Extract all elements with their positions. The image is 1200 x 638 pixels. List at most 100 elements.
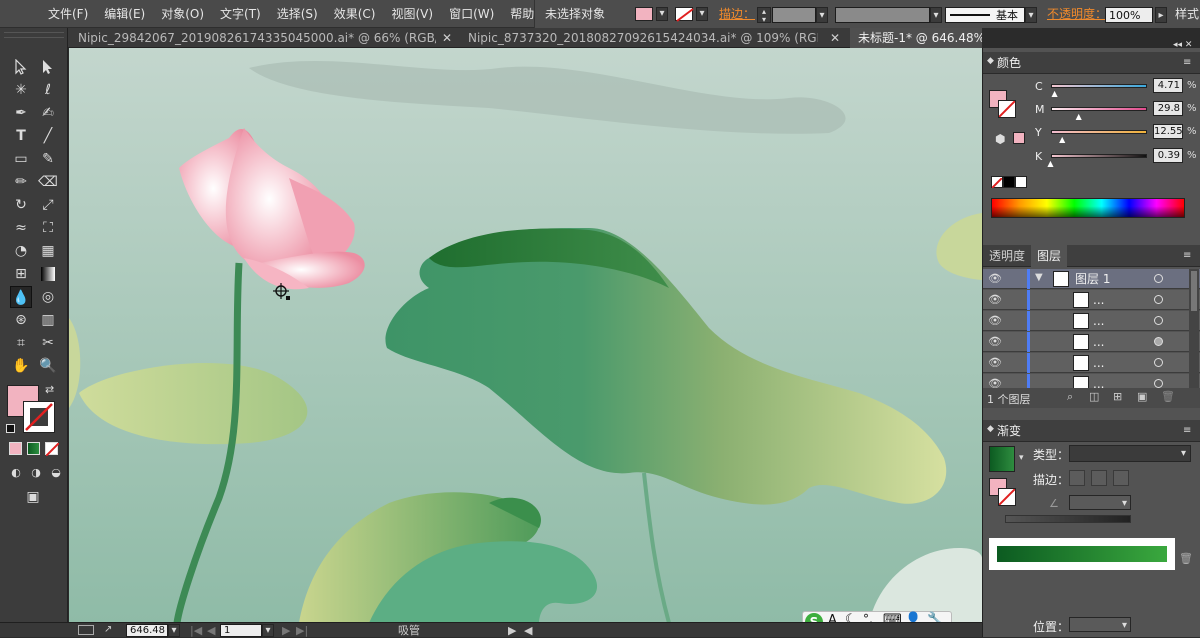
tab-layers[interactable]: 图层: [1031, 245, 1068, 267]
cyan-track[interactable]: [1051, 84, 1147, 88]
target-circle-icon[interactable]: [1154, 274, 1163, 283]
sublayer-name[interactable]: ...: [1093, 290, 1104, 310]
target-circle-icon[interactable]: [1154, 337, 1163, 346]
black-value[interactable]: 0.39: [1153, 148, 1183, 163]
blend-icon[interactable]: ◎: [37, 286, 59, 308]
menu-window[interactable]: 窗口(W): [441, 0, 502, 28]
gradient-preview-swatch[interactable]: [989, 446, 1015, 472]
perspective-grid-icon[interactable]: ▦: [37, 240, 59, 262]
artboard-canvas[interactable]: S A ☾ °, ⌨ 👤 🔧: [69, 48, 982, 623]
gradient-slider[interactable]: [1005, 515, 1131, 523]
gradient-mode-icon[interactable]: [27, 442, 40, 455]
warp-icon[interactable]: ≈: [10, 217, 32, 239]
black-thumb[interactable]: ▲: [1047, 159, 1053, 168]
zoom-input[interactable]: 646.48: [126, 624, 168, 637]
visibility-eye-icon[interactable]: 👁: [985, 332, 1005, 352]
variable-width-profile[interactable]: [835, 7, 930, 23]
black-swatch[interactable]: [1003, 176, 1015, 188]
symbol-sprayer-icon[interactable]: ⊛: [10, 309, 32, 331]
layer-name[interactable]: 图层 1: [1075, 269, 1110, 289]
menu-edit[interactable]: 编辑(E): [96, 0, 153, 28]
scale-icon[interactable]: ⤢: [37, 194, 59, 216]
opacity-label[interactable]: 不透明度：: [1047, 0, 1107, 28]
stroke-color-swatch[interactable]: [23, 401, 55, 433]
expand-triangle-icon[interactable]: ▼: [1035, 272, 1043, 283]
panel-collapse-icon[interactable]: ◆: [987, 424, 994, 434]
none-color-swatch[interactable]: [991, 176, 1003, 189]
stroke-across-icon[interactable]: [1113, 470, 1129, 486]
free-transform-icon[interactable]: ⛶: [37, 217, 59, 239]
first-page-icon[interactable]: |◀: [190, 623, 202, 638]
visibility-eye-icon[interactable]: 👁: [985, 353, 1005, 373]
menu-select[interactable]: 选择(S): [269, 0, 326, 28]
default-colors-icon[interactable]: [6, 424, 15, 433]
selection-tool-icon[interactable]: [10, 56, 32, 78]
swap-colors-icon[interactable]: ⇄: [45, 383, 54, 396]
visibility-eye-icon[interactable]: 👁: [985, 311, 1005, 331]
zoom-dropdown[interactable]: ▾: [168, 624, 180, 637]
lasso-icon[interactable]: ℓ: [37, 79, 59, 101]
mesh-icon[interactable]: ⊞: [10, 263, 32, 285]
fill-dropdown[interactable]: ▾: [656, 7, 668, 21]
dock-collapse-icon[interactable]: ◂◂ ✕: [1173, 40, 1192, 50]
gradient-panel-title[interactable]: 渐变: [997, 420, 1021, 442]
gradient-position-select[interactable]: ▾: [1069, 617, 1131, 632]
stroke-label[interactable]: 描边：: [719, 0, 755, 28]
stroke-dropdown[interactable]: ▾: [696, 7, 708, 21]
color-spectrum[interactable]: [991, 198, 1185, 218]
tab-transparency[interactable]: 透明度: [989, 245, 1025, 267]
layer-row[interactable]: 👁 ...: [983, 290, 1200, 310]
new-layer-icon[interactable]: ▣: [1137, 390, 1147, 403]
scrollbar-thumb[interactable]: [1191, 271, 1197, 311]
last-page-icon[interactable]: ▶|: [296, 623, 308, 638]
tab-document-active[interactable]: 未标题-1* @ 646.48% (CMYK/预览): [850, 28, 982, 48]
none-mode-icon[interactable]: [45, 442, 60, 457]
variable-width-dropdown[interactable]: ▾: [930, 7, 942, 23]
paintbrush-icon[interactable]: ✎: [37, 148, 59, 170]
layer-row[interactable]: 👁 ...: [983, 332, 1200, 352]
angle-select[interactable]: ▾: [1069, 495, 1131, 510]
stroke-swatch[interactable]: [675, 7, 694, 22]
page-input[interactable]: 1: [220, 624, 262, 637]
rotate-icon[interactable]: ↻: [10, 194, 32, 216]
menu-effect[interactable]: 效果(C): [326, 0, 384, 28]
layers-scrollbar[interactable]: [1189, 269, 1199, 395]
scroll-left-icon[interactable]: ◀: [524, 623, 532, 638]
stroke-weight-stepper[interactable]: ▴ ▾: [757, 7, 771, 24]
zoom-icon[interactable]: 🔍: [37, 355, 59, 377]
magenta-value[interactable]: 29.8: [1153, 101, 1183, 116]
brush-dropdown[interactable]: ▾: [1025, 7, 1037, 23]
visibility-eye-icon[interactable]: 👁: [985, 269, 1005, 289]
menu-object[interactable]: 对象(O): [153, 0, 212, 28]
close-icon[interactable]: ✕: [440, 28, 454, 48]
panel-menu-icon[interactable]: ≡: [1183, 57, 1191, 68]
opacity-arrow[interactable]: ▸: [1155, 7, 1167, 23]
column-graph-icon[interactable]: ▥: [37, 309, 59, 331]
magenta-track[interactable]: [1051, 107, 1147, 111]
stroke-weight-dropdown[interactable]: ▾: [816, 7, 828, 23]
next-page-icon[interactable]: ▶: [282, 623, 290, 638]
web-safe-swatch[interactable]: [1013, 132, 1025, 144]
brush-definition[interactable]: 基本: [945, 7, 1025, 23]
layer-row[interactable]: 👁 ...: [983, 353, 1200, 373]
gradient-preview-dropdown-icon[interactable]: ▾: [1019, 453, 1024, 463]
new-sublayer-icon[interactable]: ⊞: [1113, 390, 1122, 403]
fill-swatch[interactable]: [635, 7, 653, 21]
page-dropdown[interactable]: ▾: [262, 624, 274, 637]
type-icon[interactable]: T: [10, 125, 32, 147]
rectangle-icon[interactable]: ▭: [10, 148, 32, 170]
eyedropper-icon[interactable]: 💧: [10, 286, 32, 308]
yellow-track[interactable]: [1051, 130, 1147, 134]
hand-icon[interactable]: ✋: [10, 355, 32, 377]
artboard-icon[interactable]: ⌗: [10, 332, 32, 354]
direct-selection-icon[interactable]: [37, 56, 59, 78]
draw-behind-icon[interactable]: ◑: [25, 462, 47, 484]
clipping-mask-icon[interactable]: ◫: [1089, 390, 1099, 403]
menu-type[interactable]: 文字(T): [212, 0, 269, 28]
export-icon[interactable]: ↗: [104, 624, 112, 635]
status-menu-arrow-icon[interactable]: ▶: [508, 623, 516, 638]
yellow-value[interactable]: 12.55: [1153, 124, 1183, 139]
magic-wand-icon[interactable]: ✳: [10, 79, 32, 101]
menu-file[interactable]: 文件(F): [40, 0, 96, 28]
sublayer-name[interactable]: ...: [1093, 311, 1104, 331]
